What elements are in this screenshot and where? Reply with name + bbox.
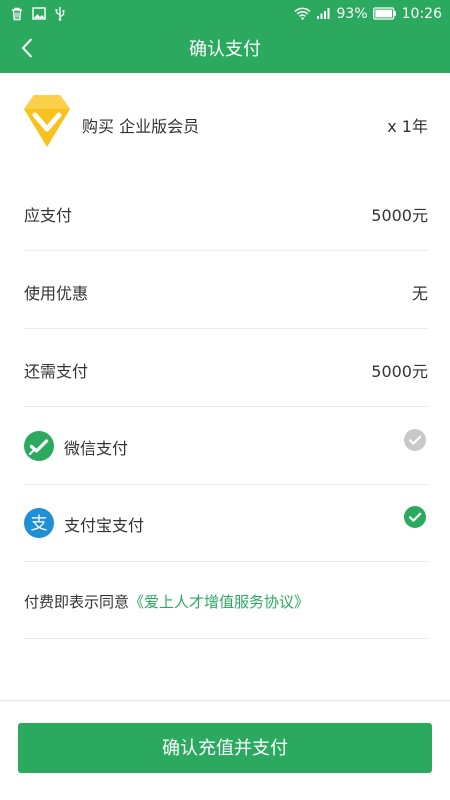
amount-due-value: 5000元 xyxy=(371,206,428,225)
alipay-label: 支付宝支付 xyxy=(64,516,145,535)
agreement-link[interactable]: 《爱上人才增值服务协议》 xyxy=(129,593,309,611)
discount-label: 使用优惠 xyxy=(24,284,89,303)
discount-row[interactable]: 使用优惠 无 xyxy=(24,251,428,329)
status-left-icons xyxy=(10,6,66,21)
signal-icon xyxy=(316,7,332,20)
footer-divider xyxy=(0,700,450,701)
agreement-prefix: 付费即表示同意 xyxy=(24,593,130,611)
product-quantity: x 1年 xyxy=(387,117,428,136)
svg-text:支: 支 xyxy=(31,514,48,534)
product-row: 购买 企业版会员 x 1年 xyxy=(0,73,450,173)
amount-due-label: 应支付 xyxy=(24,206,73,225)
nav-bar: 确认支付 xyxy=(0,27,450,73)
wechat-pay-unselected-check-icon[interactable] xyxy=(404,429,426,451)
page-title: 确认支付 xyxy=(189,39,261,60)
product-name: 购买 企业版会员 xyxy=(82,117,200,136)
image-icon xyxy=(32,7,46,20)
alipay-icon: 支 xyxy=(24,508,54,538)
status-right-icons: 93% 10:26 xyxy=(293,5,442,22)
battery-icon xyxy=(372,7,397,20)
wechat-pay-label: 微信支付 xyxy=(64,439,129,458)
agreement-row: 付费即表示同意《爱上人才增值服务协议》 xyxy=(24,561,428,639)
battery-percent: 93% xyxy=(336,5,368,22)
wechat-pay-icon xyxy=(24,431,54,461)
discount-value: 无 xyxy=(411,284,428,303)
confirm-recharge-pay-button[interactable]: 确认充值并支付 xyxy=(18,723,432,773)
clock-time: 10:26 xyxy=(401,5,442,22)
remaining-payment-row: 还需支付 5000元 xyxy=(24,329,428,407)
agreement-text: 付费即表示同意《爱上人才增值服务协议》 xyxy=(24,591,309,612)
vip-diamond-badge-icon xyxy=(22,93,72,149)
amount-due-row: 应支付 5000元 xyxy=(24,173,428,251)
alipay-selected-check-icon[interactable] xyxy=(404,506,426,528)
payment-option-alipay[interactable]: 支 支付宝支付 xyxy=(24,484,428,562)
status-bar: 93% 10:26 xyxy=(0,0,450,27)
remaining-payment-label: 还需支付 xyxy=(24,362,89,381)
trash-icon xyxy=(10,7,24,21)
wifi-icon xyxy=(293,7,311,20)
payment-option-wechat[interactable]: 微信支付 xyxy=(24,407,428,485)
remaining-payment-value: 5000元 xyxy=(371,362,428,381)
usb-icon xyxy=(54,6,66,21)
